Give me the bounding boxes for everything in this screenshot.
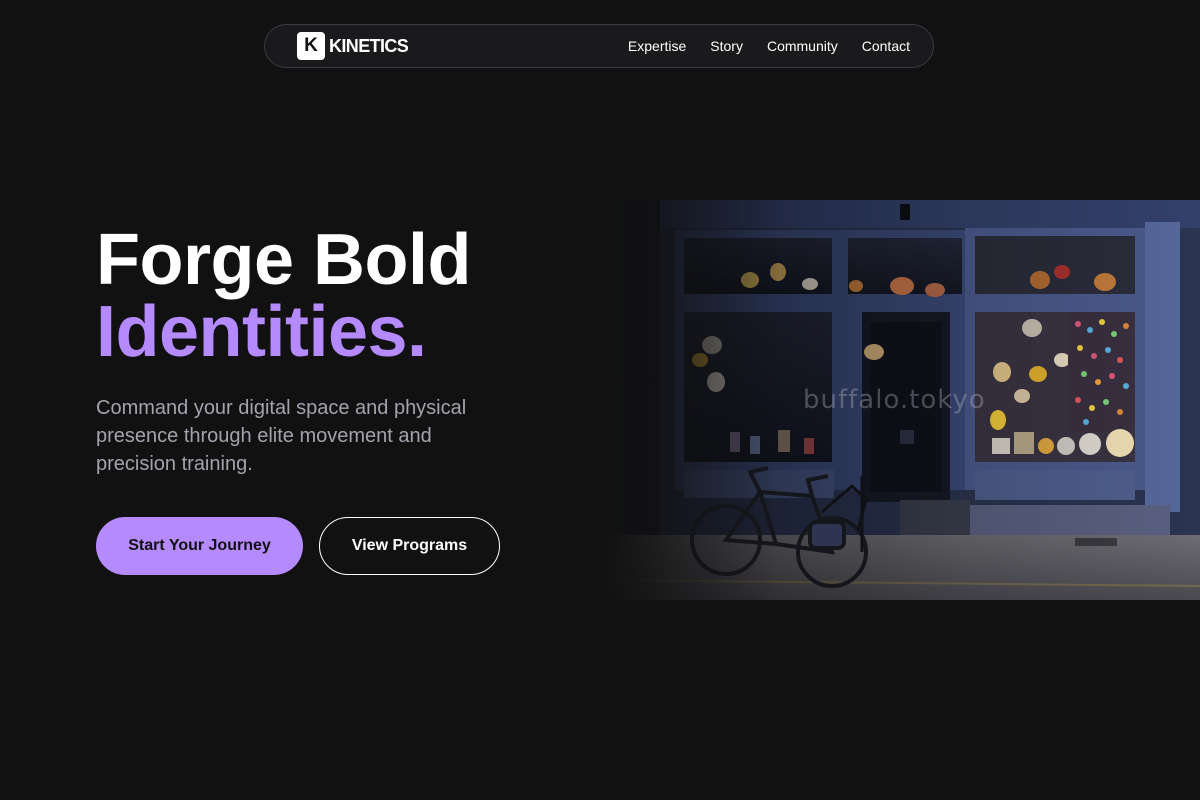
brand-mark-icon: K (297, 32, 325, 60)
hero-title-line-2: Identities. (96, 292, 427, 372)
start-journey-button[interactable]: Start Your Journey (96, 517, 303, 575)
image-watermark: buffalo.tokyo (803, 385, 986, 415)
top-nav: K KINETICS Expertise Story Community Con… (264, 24, 934, 68)
hero-image-storefront: buffalo.tokyo (600, 200, 1200, 600)
hero-title: Forge Bold Identities. (96, 224, 471, 368)
nav-link-story[interactable]: Story (710, 38, 743, 54)
brand-logo-link[interactable]: K KINETICS (297, 32, 409, 60)
view-programs-button[interactable]: View Programs (319, 517, 500, 575)
nav-link-community[interactable]: Community (767, 38, 838, 54)
nav-link-contact[interactable]: Contact (862, 38, 910, 54)
page: K KINETICS Expertise Story Community Con… (0, 0, 1200, 800)
hero-subtitle: Command your digital space and physical … (96, 397, 467, 475)
hero-title-line-1: Forge Bold (96, 220, 471, 300)
brand-name: KINETICS (329, 35, 409, 56)
nav-link-expertise[interactable]: Expertise (628, 38, 686, 54)
nav-links: Expertise Story Community Contact (628, 38, 910, 54)
